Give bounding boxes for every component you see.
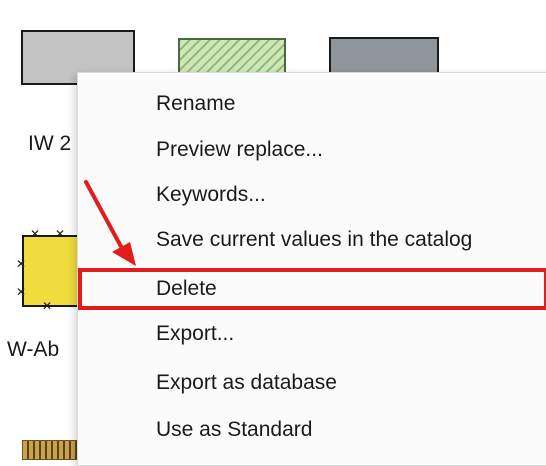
red-arrow-icon <box>84 180 136 266</box>
